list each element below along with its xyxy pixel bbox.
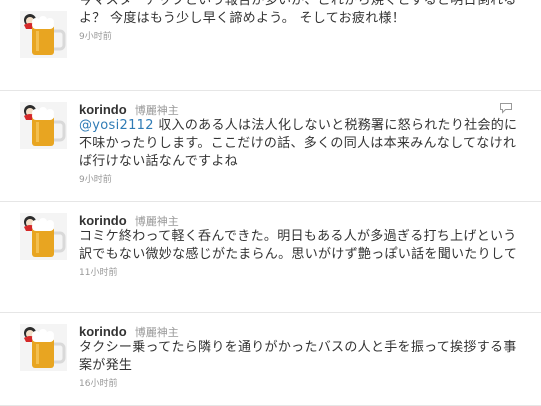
tweet: korindo 博麗神主 @yosi2112 収入のある人は法人化しないと税務署…	[0, 91, 541, 202]
reply-icon[interactable]	[499, 99, 513, 114]
tweet: korindo 博麗神主 コミケ終わって軽く呑んできた。明日もある人が多過ぎる打…	[0, 202, 541, 313]
tweet: korindo 博麗神主 タクシー乗ってたら隣りを通りがかったバスの人と手を振っ…	[0, 313, 541, 406]
tweet-text: コミケ終わって軽く呑んできた。明日もある人が多過ぎる打ち上げという訳でもない微妙…	[79, 229, 518, 262]
tweet-body: korindo 博麗神主 コミケ終わって軽く呑んできた。明日もある人が多過ぎる打…	[79, 211, 519, 279]
tweet-header: korindo 博麗神主	[79, 211, 519, 228]
avatar[interactable]	[20, 102, 67, 149]
timeline: 今マスターアップという報告が多いが、これから焼くとすると明日倒れるよ？ 今度はも…	[0, 0, 541, 406]
tweet-timestamp[interactable]: 16小时前	[79, 378, 519, 390]
beer-mug-avatar-icon	[20, 213, 67, 260]
screen-name-link[interactable]: korindo	[79, 324, 127, 339]
full-name: 博麗神主	[134, 326, 179, 339]
full-name: 博麗神主	[134, 104, 179, 117]
avatar[interactable]	[20, 213, 67, 260]
avatar[interactable]	[20, 324, 67, 371]
tweet: 今マスターアップという報告が多いが、これから焼くとすると明日倒れるよ？ 今度はも…	[0, 0, 541, 91]
beer-mug-avatar-icon	[20, 324, 67, 371]
tweet-body: korindo 博麗神主 @yosi2112 収入のある人は法人化しないと税務署…	[79, 100, 519, 186]
beer-mug-avatar-icon	[20, 11, 67, 58]
screen-name-link[interactable]: korindo	[79, 102, 127, 117]
avatar[interactable]	[20, 11, 67, 58]
tweet-timestamp[interactable]: 9小时前	[79, 31, 519, 43]
screen-name-link[interactable]: korindo	[79, 213, 127, 228]
tweet-text: 今マスターアップという報告が多いが、これから焼くとすると明日倒れるよ？ 今度はも…	[79, 0, 517, 26]
tweet-text: タクシー乗ってたら隣りを通りがかったバスの人と手を振って挨拶する事案が発生	[79, 340, 517, 373]
tweet-body: 今マスターアップという報告が多いが、これから焼くとすると明日倒れるよ？ 今度はも…	[79, 0, 519, 43]
mention-link[interactable]: @yosi2112	[79, 118, 154, 133]
tweet-body: korindo 博麗神主 タクシー乗ってたら隣りを通りがかったバスの人と手を振っ…	[79, 322, 519, 390]
reply-bubble-icon	[500, 103, 512, 114]
full-name: 博麗神主	[134, 215, 179, 228]
beer-mug-avatar-icon	[20, 102, 67, 149]
tweet-header: korindo 博麗神主	[79, 322, 519, 339]
tweet-timestamp[interactable]: 9小时前	[79, 174, 519, 186]
tweet-timestamp[interactable]: 11小时前	[79, 267, 519, 279]
tweet-text: @yosi2112 収入のある人は法人化しないと税務署に怒られたり社会的に不味か…	[79, 118, 518, 169]
tweet-header: korindo 博麗神主	[79, 100, 519, 117]
